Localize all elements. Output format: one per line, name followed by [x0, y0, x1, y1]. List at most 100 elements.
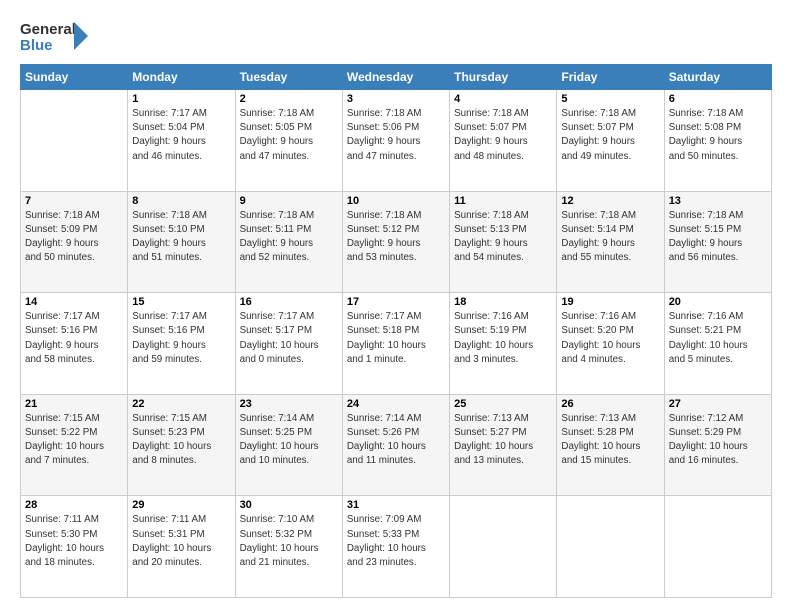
day-info: Sunrise: 7:18 AM Sunset: 5:07 PM Dayligh… [454, 107, 552, 164]
day-number: 23 [240, 398, 338, 410]
week-row-3: 14 Sunrise: 7:17 AM Sunset: 5:16 PM Dayli… [21, 293, 772, 395]
calendar-cell: 8 Sunrise: 7:18 AM Sunset: 5:10 PM Daylig… [128, 191, 235, 293]
calendar-cell: 7 Sunrise: 7:18 AM Sunset: 5:09 PM Daylig… [21, 191, 128, 293]
day-info: Sunrise: 7:10 AM Sunset: 5:32 PM Dayligh… [240, 513, 338, 570]
day-info: Sunrise: 7:15 AM Sunset: 5:23 PM Dayligh… [132, 412, 230, 469]
logo: GeneralBlue [20, 18, 90, 54]
day-number: 20 [669, 296, 767, 308]
day-info: Sunrise: 7:14 AM Sunset: 5:25 PM Dayligh… [240, 412, 338, 469]
day-header-wednesday: Wednesday [342, 65, 449, 90]
calendar-header-row: SundayMondayTuesdayWednesdayThursdayFrid… [21, 65, 772, 90]
day-number: 28 [25, 499, 123, 511]
day-info: Sunrise: 7:09 AM Sunset: 5:33 PM Dayligh… [347, 513, 445, 570]
day-number: 9 [240, 195, 338, 207]
calendar-cell: 26 Sunrise: 7:13 AM Sunset: 5:28 PM Dayli… [557, 394, 664, 496]
calendar-cell: 6Sunrise: 7:18 AM Sunset: 5:08 PM Daylig… [664, 90, 771, 192]
day-number: 5 [561, 93, 659, 105]
day-info: Sunrise: 7:11 AM Sunset: 5:30 PM Dayligh… [25, 513, 123, 570]
day-number: 16 [240, 296, 338, 308]
day-number: 17 [347, 296, 445, 308]
day-info: Sunrise: 7:12 AM Sunset: 5:29 PM Dayligh… [669, 412, 767, 469]
calendar-cell: 5 Sunrise: 7:18 AM Sunset: 5:07 PM Daylig… [557, 90, 664, 192]
day-info: Sunrise: 7:17 AM Sunset: 5:17 PM Dayligh… [240, 310, 338, 367]
day-info: Sunrise: 7:18 AM Sunset: 5:12 PM Dayligh… [347, 209, 445, 266]
day-number: 25 [454, 398, 552, 410]
day-number: 22 [132, 398, 230, 410]
calendar-cell: 13Sunrise: 7:18 AM Sunset: 5:15 PM Dayli… [664, 191, 771, 293]
calendar-cell: 18 Sunrise: 7:16 AM Sunset: 5:19 PM Dayli… [450, 293, 557, 395]
week-row-4: 21 Sunrise: 7:15 AM Sunset: 5:22 PM Dayli… [21, 394, 772, 496]
calendar-cell: 20 Sunrise: 7:16 AM Sunset: 5:21 PM Dayli… [664, 293, 771, 395]
day-info: Sunrise: 7:18 AM Sunset: 5:09 PM Dayligh… [25, 209, 123, 266]
day-info: Sunrise: 7:16 AM Sunset: 5:21 PM Dayligh… [669, 310, 767, 367]
day-number: 4 [454, 93, 552, 105]
day-info: Sunrise: 7:13 AM Sunset: 5:28 PM Dayligh… [561, 412, 659, 469]
day-info: Sunrise: 7:17 AM Sunset: 5:16 PM Dayligh… [25, 310, 123, 367]
week-row-1: 1Sunrise: 7:17 AM Sunset: 5:04 PM Daylig… [21, 90, 772, 192]
calendar-cell: 2Sunrise: 7:18 AM Sunset: 5:05 PM Daylig… [235, 90, 342, 192]
day-number: 14 [25, 296, 123, 308]
day-number: 24 [347, 398, 445, 410]
day-number: 27 [669, 398, 767, 410]
calendar-cell: 10 Sunrise: 7:18 AM Sunset: 5:12 PM Dayli… [342, 191, 449, 293]
header: GeneralBlue [20, 18, 772, 54]
day-header-tuesday: Tuesday [235, 65, 342, 90]
day-header-friday: Friday [557, 65, 664, 90]
calendar-cell: 23 Sunrise: 7:14 AM Sunset: 5:25 PM Dayli… [235, 394, 342, 496]
day-info: Sunrise: 7:18 AM Sunset: 5:14 PM Dayligh… [561, 209, 659, 266]
day-number: 8 [132, 195, 230, 207]
day-number: 15 [132, 296, 230, 308]
day-number: 13 [669, 195, 767, 207]
day-number: 30 [240, 499, 338, 511]
day-info: Sunrise: 7:18 AM Sunset: 5:10 PM Dayligh… [132, 209, 230, 266]
day-info: Sunrise: 7:18 AM Sunset: 5:11 PM Dayligh… [240, 209, 338, 266]
calendar-cell: 16 Sunrise: 7:17 AM Sunset: 5:17 PM Dayli… [235, 293, 342, 395]
calendar-cell: 22 Sunrise: 7:15 AM Sunset: 5:23 PM Dayli… [128, 394, 235, 496]
calendar-cell [557, 496, 664, 598]
calendar-cell: 27 Sunrise: 7:12 AM Sunset: 5:29 PM Dayli… [664, 394, 771, 496]
calendar-cell: 4 Sunrise: 7:18 AM Sunset: 5:07 PM Daylig… [450, 90, 557, 192]
svg-text:Blue: Blue [20, 37, 53, 54]
calendar-cell: 17 Sunrise: 7:17 AM Sunset: 5:18 PM Dayli… [342, 293, 449, 395]
calendar-cell: 11Sunrise: 7:18 AM Sunset: 5:13 PM Dayli… [450, 191, 557, 293]
day-info: Sunrise: 7:11 AM Sunset: 5:31 PM Dayligh… [132, 513, 230, 570]
day-info: Sunrise: 7:18 AM Sunset: 5:06 PM Dayligh… [347, 107, 445, 164]
day-info: Sunrise: 7:17 AM Sunset: 5:18 PM Dayligh… [347, 310, 445, 367]
calendar-cell: 31Sunrise: 7:09 AM Sunset: 5:33 PM Dayli… [342, 496, 449, 598]
day-number: 29 [132, 499, 230, 511]
day-info: Sunrise: 7:16 AM Sunset: 5:20 PM Dayligh… [561, 310, 659, 367]
day-info: Sunrise: 7:16 AM Sunset: 5:19 PM Dayligh… [454, 310, 552, 367]
calendar-cell: 1Sunrise: 7:17 AM Sunset: 5:04 PM Daylig… [128, 90, 235, 192]
calendar-cell: 28 Sunrise: 7:11 AM Sunset: 5:30 PM Dayli… [21, 496, 128, 598]
svg-text:General: General [20, 21, 76, 38]
day-number: 21 [25, 398, 123, 410]
day-number: 7 [25, 195, 123, 207]
day-info: Sunrise: 7:15 AM Sunset: 5:22 PM Dayligh… [25, 412, 123, 469]
day-number: 6 [669, 93, 767, 105]
day-number: 12 [561, 195, 659, 207]
week-row-2: 7 Sunrise: 7:18 AM Sunset: 5:09 PM Daylig… [21, 191, 772, 293]
day-header-thursday: Thursday [450, 65, 557, 90]
calendar-cell: 30 Sunrise: 7:10 AM Sunset: 5:32 PM Dayli… [235, 496, 342, 598]
day-info: Sunrise: 7:18 AM Sunset: 5:07 PM Dayligh… [561, 107, 659, 164]
calendar-cell: 24 Sunrise: 7:14 AM Sunset: 5:26 PM Dayli… [342, 394, 449, 496]
calendar-cell: 21 Sunrise: 7:15 AM Sunset: 5:22 PM Dayli… [21, 394, 128, 496]
calendar-cell [21, 90, 128, 192]
calendar-cell [450, 496, 557, 598]
day-info: Sunrise: 7:17 AM Sunset: 5:04 PM Dayligh… [132, 107, 230, 164]
day-info: Sunrise: 7:14 AM Sunset: 5:26 PM Dayligh… [347, 412, 445, 469]
day-header-sunday: Sunday [21, 65, 128, 90]
day-number: 3 [347, 93, 445, 105]
calendar-cell [664, 496, 771, 598]
day-number: 2 [240, 93, 338, 105]
calendar-cell: 3 Sunrise: 7:18 AM Sunset: 5:06 PM Daylig… [342, 90, 449, 192]
day-number: 19 [561, 296, 659, 308]
calendar-page: GeneralBlue SundayMondayTuesdayWednesday… [0, 0, 792, 612]
day-number: 10 [347, 195, 445, 207]
logo-svg: GeneralBlue [20, 18, 90, 54]
calendar-cell: 19 Sunrise: 7:16 AM Sunset: 5:20 PM Dayli… [557, 293, 664, 395]
day-number: 18 [454, 296, 552, 308]
day-info: Sunrise: 7:17 AM Sunset: 5:16 PM Dayligh… [132, 310, 230, 367]
day-number: 26 [561, 398, 659, 410]
day-info: Sunrise: 7:18 AM Sunset: 5:13 PM Dayligh… [454, 209, 552, 266]
